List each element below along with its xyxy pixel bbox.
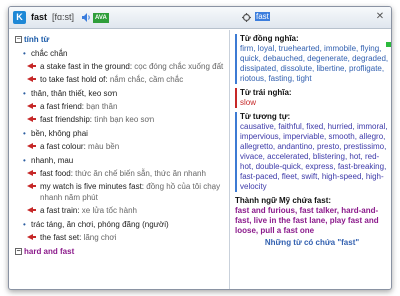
ava-badge[interactable]: AVA [93, 13, 109, 23]
example-bullet-icon [27, 234, 36, 240]
example-item: my watch is five minutes fast: đồng hồ c… [15, 181, 229, 203]
idioms-title: Thành ngữ Mỹ chứa fast: [235, 196, 332, 205]
example-bullet-icon [27, 116, 36, 122]
search-options-icon[interactable] [241, 12, 252, 23]
example-english: a fast colour: [40, 142, 86, 151]
example-translation: lãng chơi [81, 233, 117, 242]
example-english: to take fast hold of: [40, 75, 108, 84]
example-item: a fast colour: màu bền [15, 141, 229, 152]
idiom-section: − hard and fast [15, 246, 229, 257]
example-translation: cọc đóng chắc xuống đất [132, 62, 224, 71]
example-item: the fast set: lãng chơi [15, 232, 229, 243]
example-translation: tình bạn keo sơn [92, 115, 155, 124]
sense-meaning: bền, không phai [15, 128, 229, 139]
status-indicator [386, 42, 391, 47]
example-english: fast friendship: [40, 115, 93, 124]
example-translation: thức ăn chế biến sẵn, thức ăn nhanh [72, 169, 206, 178]
example-translation: bạn thân [84, 102, 118, 111]
related-words-pane[interactable]: Từ đồng nghĩa: firm, loyal, truehearted,… [231, 30, 391, 289]
sense-meaning: nhanh, mau [15, 155, 229, 166]
example-bullet-icon [27, 103, 36, 109]
collapse-icon[interactable]: − [15, 36, 22, 44]
idiom-heading: hard and fast [24, 247, 75, 256]
example-item: a fast friend: bạn thân [15, 101, 229, 112]
synonyms-section: Từ đồng nghĩa: firm, loyal, truehearted,… [235, 34, 389, 84]
sense-meaning: trác táng, ăn chơi, phóng đãng (người) [15, 219, 229, 230]
example-english: a stake fast in the ground: [40, 62, 133, 71]
sense-meaning: thân, thân thiết, keo sơn [15, 88, 229, 99]
more-words-link[interactable]: Những từ có chứa "fast" [235, 238, 389, 248]
idioms-list[interactable]: fast and furious, fast talker, hard-and-… [235, 206, 389, 236]
pos-heading: tính từ [24, 35, 50, 44]
example-english: fast food: [40, 169, 73, 178]
example-bullet-icon [27, 183, 36, 189]
example-bullet-icon [27, 143, 36, 149]
example-english: my watch is five minutes fast: [40, 182, 145, 191]
example-translation: xe lửa tốc hành [79, 206, 137, 215]
example-item: a fast train: xe lửa tốc hành [15, 205, 229, 216]
sense-meaning: chắc chắn [15, 48, 229, 59]
related-section: Từ tương tự: causative, faithful, fixed,… [235, 112, 389, 192]
dictionary-window: K fast [fɑ:st] AVA fast ✕ −tính từ chắc … [8, 6, 392, 290]
example-bullet-icon [27, 76, 36, 82]
example-item: fast friendship: tình bạn keo sơn [15, 114, 229, 125]
related-title: Từ tương tự: [240, 112, 291, 121]
antonyms-list[interactable]: slow [240, 98, 389, 108]
synonyms-list[interactable]: firm, loyal, truehearted, immobile, flyi… [240, 44, 389, 84]
synonyms-title: Từ đồng nghĩa: [240, 34, 299, 43]
related-list[interactable]: causative, faithful, fixed, hurried, imm… [240, 122, 389, 192]
pos-section-adjective: − tính từ [15, 34, 229, 45]
speaker-icon[interactable] [81, 12, 91, 23]
search-input[interactable]: fast [255, 12, 345, 24]
close-icon[interactable]: ✕ [373, 10, 387, 24]
example-english: a fast friend: [40, 102, 85, 111]
example-item: to take fast hold of: nắm chắc, cầm chắc [15, 74, 229, 85]
example-english: the fast set: [40, 233, 82, 242]
app-logo-icon: K [13, 11, 26, 24]
collapse-icon[interactable]: − [15, 248, 22, 256]
phonetic-transcription: [fɑ:st] [52, 12, 75, 22]
idioms-section: Thành ngữ Mỹ chứa fast: fast and furious… [235, 196, 389, 236]
antonyms-title: Từ trái nghĩa: [240, 88, 292, 97]
headword: fast [31, 12, 48, 22]
example-bullet-icon [27, 63, 36, 69]
definition-pane[interactable]: −tính từ chắc chắn a stake fast in the g… [9, 30, 229, 289]
example-bullet-icon [27, 170, 36, 176]
example-translation: màu bền [85, 142, 120, 151]
example-english: a fast train: [40, 206, 80, 215]
search-input-value: fast [255, 12, 270, 21]
example-bullet-icon [27, 207, 36, 213]
example-item: fast food: thức ăn chế biến sẵn, thức ăn… [15, 168, 229, 179]
example-item: a stake fast in the ground: cọc đóng chắ… [15, 61, 229, 72]
example-translation: nắm chắc, cầm chắc [107, 75, 184, 84]
antonyms-section: Từ trái nghĩa: slow [235, 88, 389, 108]
pane-divider[interactable] [229, 30, 230, 289]
title-bar: K fast [fɑ:st] AVA fast ✕ [9, 7, 391, 29]
